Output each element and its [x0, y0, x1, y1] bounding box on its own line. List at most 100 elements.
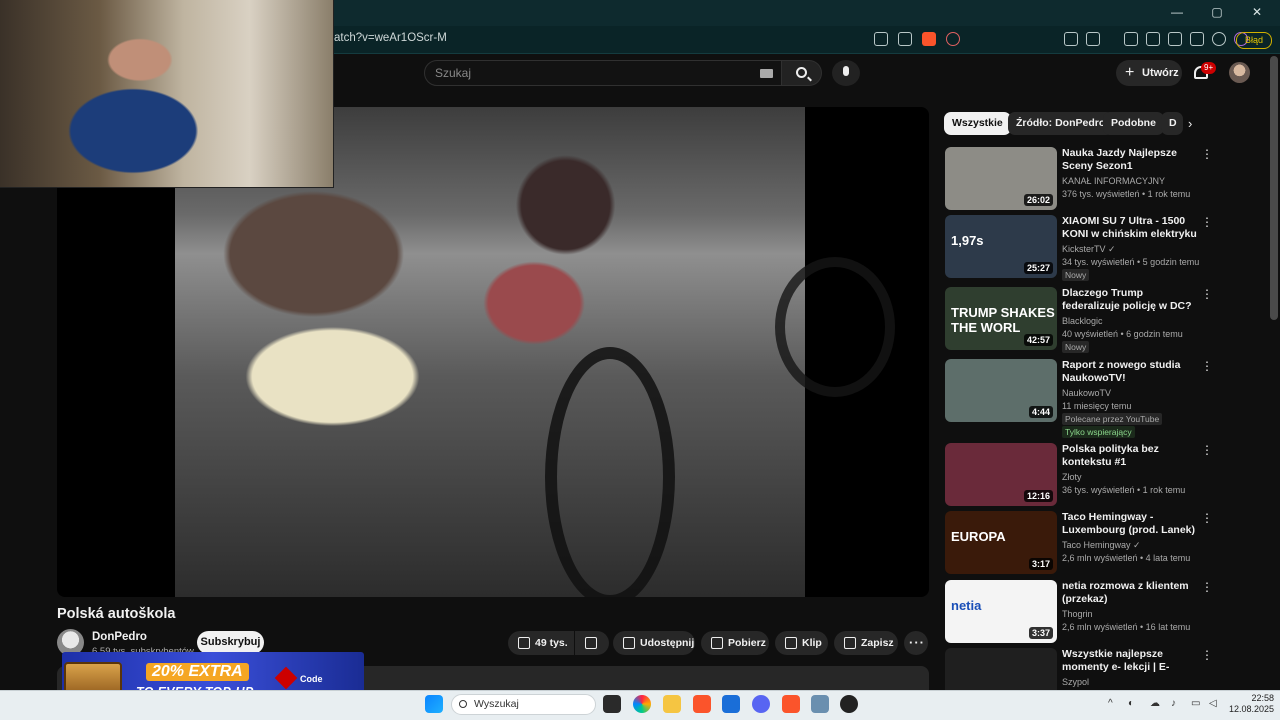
more-options-icon[interactable]: ⋮ — [1201, 359, 1213, 373]
cast-icon[interactable] — [874, 32, 888, 46]
tray-volume-icon[interactable]: ◁ — [1209, 698, 1217, 709]
recommendation-item[interactable]: netia 3:37 netia rozmowa z klientem (przek… — [945, 580, 1213, 644]
more-options-icon[interactable]: ⋮ — [1201, 287, 1213, 301]
sidebar-icon[interactable] — [1146, 32, 1160, 46]
more-options-icon[interactable]: ⋮ — [1201, 443, 1213, 457]
more-options-icon[interactable]: ⋮ — [1201, 215, 1213, 229]
chip-all[interactable]: Wszystkie — [944, 112, 1011, 135]
calculator-icon[interactable] — [811, 695, 829, 713]
recommendation-title[interactable]: Nauka Jazdy Najlepsze Sceny Sezon1 — [1062, 147, 1200, 173]
chevron-right-icon[interactable]: › — [1188, 116, 1192, 131]
chip-source-donpedro[interactable]: Źródło: DonPedro — [1008, 112, 1114, 135]
vpn-icon[interactable] — [1212, 32, 1226, 46]
discord-icon[interactable] — [752, 695, 770, 713]
recommendation-channel[interactable]: Thogrin — [1062, 609, 1093, 619]
more-options-icon[interactable]: ⋮ — [1201, 511, 1213, 525]
recommendation-thumbnail[interactable]: 4:44 — [945, 359, 1057, 422]
recommendation-thumbnail[interactable]: 12:16 — [945, 443, 1057, 506]
screenshot-icon[interactable] — [1086, 32, 1100, 46]
more-actions-button[interactable]: ··· — [904, 631, 928, 655]
close-window-button[interactable]: ✕ — [1248, 5, 1266, 19]
copilot-icon[interactable] — [633, 695, 651, 713]
wallet-icon[interactable] — [1168, 32, 1182, 46]
search-placeholder: Szukaj — [435, 66, 472, 80]
create-button[interactable]: + Utwórz — [1116, 60, 1182, 86]
leo-ai-icon[interactable] — [1190, 32, 1204, 46]
dislike-button[interactable] — [575, 631, 609, 655]
brave-browser-icon[interactable] — [693, 695, 711, 713]
channel-name[interactable]: DonPedro — [92, 631, 147, 643]
voice-search-button[interactable] — [832, 60, 860, 86]
taskbar-clock[interactable]: 22:58 12.08.2025 — [1229, 693, 1274, 715]
recommendation-title[interactable]: XIAOMI SU 7 Ultra - 1500 KONI w chińskim… — [1062, 215, 1200, 241]
store-icon[interactable] — [722, 695, 740, 713]
recommendation-title[interactable]: Dlaczego Trump federalizuje policję w DC… — [1062, 287, 1200, 313]
save-label: Zapisz — [861, 637, 894, 649]
recommendation-item[interactable]: EUROPA 3:17 Taco Hemingway - Luxembourg (p… — [945, 511, 1213, 575]
brave-shields-icon[interactable] — [922, 32, 936, 46]
recommendation-channel[interactable]: Blacklogic — [1062, 316, 1103, 326]
more-options-icon[interactable]: ⋮ — [1201, 648, 1213, 662]
taskbar-search-placeholder: Wyszukaj — [474, 698, 519, 710]
recommendation-thumbnail[interactable]: TRUMP SHAKES THE WORL 42:57 — [945, 287, 1057, 350]
save-button[interactable]: Zapisz — [834, 631, 898, 655]
recommendation-channel[interactable]: Taco Hemingway ✓ — [1062, 540, 1141, 551]
tray-mic-icon[interactable]: ♪ — [1171, 698, 1176, 709]
file-explorer-icon[interactable] — [663, 695, 681, 713]
recommendation-title[interactable]: Taco Hemingway - Luxembourg (prod. Lanek… — [1062, 511, 1200, 537]
brave-active-icon[interactable] — [782, 695, 800, 713]
recommendation-item[interactable]: 1,97s 25:27 XIAOMI SU 7 Ultra - 1500 KONI … — [945, 215, 1213, 281]
more-options-icon[interactable]: ⋮ — [1201, 147, 1213, 161]
task-view-icon[interactable] — [603, 695, 621, 713]
search-input[interactable]: Szukaj — [424, 60, 782, 86]
recommendation-thumbnail[interactable]: 26:02 — [945, 147, 1057, 210]
maximize-button[interactable]: ▢ — [1208, 5, 1226, 19]
url-text[interactable]: atch?v=weAr1OScr-M — [334, 32, 447, 44]
recommendation-channel[interactable]: Złoty — [1062, 472, 1082, 482]
duration-badge: 26:02 — [1023, 194, 1053, 206]
download-button[interactable]: Pobierz — [701, 631, 769, 655]
obs-icon[interactable] — [840, 695, 858, 713]
music-icon[interactable] — [1124, 32, 1138, 46]
taskbar-search[interactable]: Wyszukaj — [451, 694, 596, 715]
tray-app-icon[interactable]: ◐ — [1128, 698, 1134, 709]
recommendation-title[interactable]: Polska polityka bez kontekstu #1 — [1062, 443, 1200, 469]
recommendation-channel[interactable]: KANAŁ INFORMACYJNY — [1062, 176, 1165, 186]
windows-start-icon[interactable] — [425, 695, 443, 713]
scrollbar[interactable] — [1270, 56, 1278, 320]
share-button[interactable]: Udostępnij — [613, 631, 695, 655]
recommendation-item[interactable]: 4:44 Raport z nowego studia NaukowoTV! Nau… — [945, 359, 1213, 438]
browser-error-button[interactable]: Błąd — [1236, 32, 1272, 49]
recommendation-thumbnail[interactable]: EUROPA 3:17 — [945, 511, 1057, 574]
keyboard-icon[interactable] — [760, 69, 773, 78]
steering-wheel-shape — [775, 257, 895, 397]
share-page-icon[interactable] — [898, 32, 912, 46]
extension-puzzle-icon[interactable] — [1064, 32, 1078, 46]
recommendation-item[interactable]: 12:16 Polska polityka bez kontekstu #1 Zło… — [945, 443, 1213, 507]
chip-similar[interactable]: Podobne — [1103, 112, 1164, 135]
recommendation-title[interactable]: Raport z nowego studia NaukowoTV! — [1062, 359, 1200, 385]
tray-cloud-icon[interactable]: ☁ — [1150, 698, 1160, 709]
like-button[interactable]: 49 tys. — [508, 631, 574, 655]
recommendation-channel[interactable]: Szypol — [1062, 677, 1089, 687]
account-avatar[interactable] — [1229, 62, 1250, 83]
clip-button[interactable]: Klip — [775, 631, 828, 655]
thumbnail-text: netia — [951, 598, 982, 613]
chip-more[interactable]: D — [1161, 112, 1183, 135]
tray-display-icon[interactable]: ▭ — [1191, 698, 1200, 709]
search-button[interactable] — [782, 60, 822, 86]
recommendation-channel[interactable]: NaukowoTV — [1062, 388, 1111, 398]
recommendation-channel[interactable]: KicksterTV ✓ — [1062, 244, 1116, 255]
subscribe-button[interactable]: Subskrybuj — [197, 631, 264, 654]
recommendation-item[interactable]: 26:02 Nauka Jazdy Najlepsze Sceny Sezon1 K… — [945, 147, 1213, 211]
more-options-icon[interactable]: ⋮ — [1201, 580, 1213, 594]
duration-badge: 42:57 — [1023, 334, 1053, 346]
recommendation-thumbnail[interactable]: 1,97s 25:27 — [945, 215, 1057, 278]
recommendation-thumbnail[interactable]: netia 3:37 — [945, 580, 1057, 643]
tray-chevron-icon[interactable]: ^ — [1108, 698, 1113, 709]
recommendation-title[interactable]: Wszystkie najlepsze momenty e- lekcji | … — [1062, 648, 1200, 674]
brave-rewards-icon[interactable] — [946, 32, 960, 46]
minimize-button[interactable]: — — [1168, 5, 1186, 19]
recommendation-item[interactable]: TRUMP SHAKES THE WORL 42:57 Dlaczego Trump… — [945, 287, 1213, 353]
recommendation-title[interactable]: netia rozmowa z klientem (przekaz) — [1062, 580, 1200, 606]
